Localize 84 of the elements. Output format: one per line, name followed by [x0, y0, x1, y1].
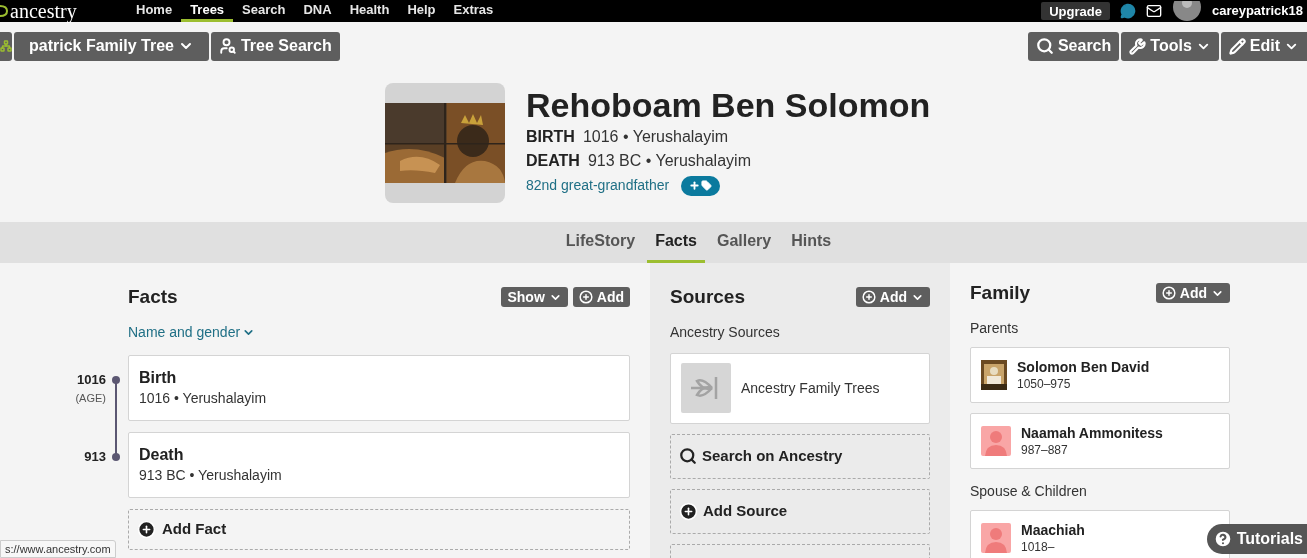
tree-search-button[interactable]: Tree Search — [210, 31, 340, 61]
event-label: DEATH — [526, 151, 580, 171]
sources-heading: Sources — [670, 285, 745, 309]
nav-link[interactable]: Home — [127, 0, 182, 22]
member-years: 1050–975 — [1017, 375, 1072, 392]
member-name: Naamah Ammonitess — [1021, 423, 1163, 442]
source-title: Ancestry Family Trees — [741, 378, 880, 398]
source-card[interactable]: Ancestry Family Trees — [670, 352, 930, 424]
edit-menu-button[interactable]: Edit — [1220, 31, 1307, 61]
family-member-card[interactable]: Naamah Ammonitess 987–887 — [970, 412, 1230, 469]
mail-icon[interactable] — [1145, 3, 1162, 19]
plus-circle-icon — [1161, 286, 1176, 301]
plus-circle-icon — [861, 290, 876, 305]
family-tree-menu-button[interactable]: patrick Family Tree — [14, 31, 209, 61]
ancestry-logo[interactable]: ancestry — [10, 1, 77, 21]
wrench-icon — [1129, 37, 1147, 55]
person-search-icon — [218, 37, 237, 55]
add-source-menu-button[interactable]: Add — [855, 287, 930, 308]
avatar-icon[interactable] — [1171, 1, 1202, 21]
member-name: Maachiah — [1021, 520, 1085, 539]
leaf-icon — [681, 363, 731, 413]
tree-view-button[interactable] — [0, 31, 12, 61]
member-years: 987–887 — [1021, 441, 1069, 458]
name-and-gender-link[interactable]: Name and gender — [128, 321, 256, 343]
plus-circle-icon — [137, 519, 156, 539]
member-name: Solomon Ben David — [1017, 357, 1150, 376]
family-member-card[interactable]: Maachiah 1018– — [970, 509, 1230, 558]
plus-circle-icon — [679, 501, 698, 521]
add-fact-button[interactable]: Add Fact — [128, 508, 630, 550]
help-icon — [1212, 529, 1233, 549]
fact-card[interactable]: Death 913 BC • Yerushalayim — [128, 431, 630, 498]
nav-link[interactable]: Extras — [444, 0, 503, 22]
leaf-logo-icon — [0, 4, 8, 18]
nav-link[interactable]: Help — [398, 0, 445, 22]
member-years: 1018– — [1021, 538, 1056, 555]
profile-tab[interactable]: LifeStory — [557, 222, 644, 263]
person-silhouette-icon — [981, 522, 1011, 553]
fact-card[interactable]: Birth 1016 • Yerushalayim — [128, 354, 630, 421]
tutorials-button[interactable]: Tutorials — [1206, 524, 1307, 554]
relationship-link[interactable]: 82nd great-grandfather — [526, 175, 670, 196]
family-group-label: Spouse & Children — [970, 481, 1088, 501]
timeline-year: 913 — [84, 448, 106, 465]
upgrade-button[interactable]: Upgrade — [1041, 2, 1110, 20]
family-member-card[interactable]: Solomon Ben David 1050–975 — [970, 346, 1230, 403]
person-name: Rehoboam Ben Solomon — [526, 85, 931, 125]
sources-group-label: Ancestry Sources — [670, 322, 781, 342]
status-url-tooltip: s://www.ancestry.com — [0, 540, 116, 558]
tag-icon — [701, 180, 713, 191]
fact-title: Death — [139, 444, 185, 465]
nav-link[interactable]: Health — [340, 0, 399, 22]
pencil-icon — [1228, 37, 1246, 55]
event-detail: 913 BC • Yerushalayim — [587, 151, 751, 171]
event-detail: 1016 • Yerushalayim — [582, 127, 729, 147]
show-button[interactable]: Show — [501, 287, 568, 308]
person-silhouette-icon — [981, 425, 1011, 456]
search-button[interactable]: Search — [1027, 31, 1120, 61]
tree-icon — [0, 38, 12, 54]
tools-menu-button[interactable]: Tools — [1121, 31, 1219, 61]
add-source-button[interactable]: Add Source — [670, 488, 930, 534]
fact-detail: 913 BC • Yerushalayim — [139, 465, 283, 485]
fact-title: Birth — [139, 367, 178, 388]
add-button[interactable]: Add — [572, 287, 630, 308]
search-icon — [679, 447, 697, 465]
family-group-label: Parents — [970, 318, 1020, 338]
profile-photo-frame[interactable] — [385, 83, 505, 203]
nav-link[interactable]: Trees — [181, 0, 234, 22]
facts-heading: Facts — [128, 285, 178, 309]
add-family-menu-button[interactable]: Add — [1155, 283, 1230, 304]
add-tag-button[interactable] — [681, 175, 721, 196]
family-heading: Family — [970, 281, 1031, 305]
plus-circle-icon — [578, 290, 593, 305]
username[interactable]: careypatrick18 — [1211, 1, 1303, 21]
event-label: BIRTH — [526, 127, 575, 147]
chat-bubble-icon[interactable] — [1119, 3, 1136, 19]
plus-icon — [689, 180, 701, 191]
nav-link[interactable]: Search — [233, 0, 295, 22]
timeline-year: 1016 — [77, 371, 106, 388]
search-on-ancestry-button[interactable]: Search on Ancestry — [670, 433, 930, 479]
profile-tab[interactable]: Hints — [783, 222, 840, 263]
search-icon — [1035, 37, 1054, 55]
nav-link[interactable]: DNA — [294, 0, 341, 22]
age-label: (AGE) — [75, 390, 106, 405]
fact-detail: 1016 • Yerushalayim — [139, 388, 268, 408]
profile-tab[interactable]: Gallery — [708, 222, 780, 263]
